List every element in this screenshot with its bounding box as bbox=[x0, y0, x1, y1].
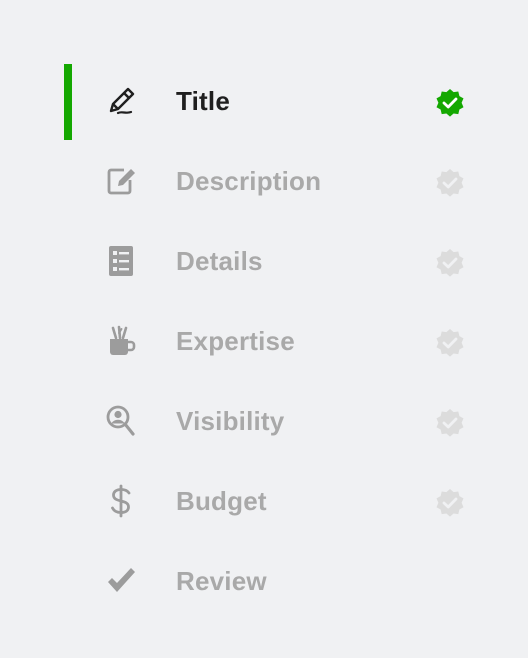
step-label: Visibility bbox=[176, 406, 285, 436]
active-step-indicator bbox=[64, 64, 72, 140]
pending-check-icon bbox=[435, 408, 465, 438]
step-label: Description bbox=[176, 166, 322, 196]
pending-check-icon bbox=[435, 168, 465, 198]
step-review[interactable]: Review bbox=[64, 544, 484, 622]
step-details[interactable]: Details bbox=[64, 224, 484, 302]
checkmark-icon bbox=[102, 562, 140, 600]
step-budget[interactable]: Budget bbox=[64, 464, 484, 542]
pending-check-icon bbox=[435, 328, 465, 358]
pending-check-icon bbox=[435, 248, 465, 278]
user-search-icon bbox=[102, 402, 140, 440]
step-label: Expertise bbox=[176, 326, 295, 356]
wizard-steps-nav: Title Description Details Expertise Visi… bbox=[0, 0, 528, 658]
complete-check-icon bbox=[435, 88, 465, 118]
pending-check-icon bbox=[435, 488, 465, 518]
pencil-icon bbox=[102, 82, 140, 120]
step-expertise[interactable]: Expertise bbox=[64, 304, 484, 382]
step-description[interactable]: Description bbox=[64, 144, 484, 222]
step-label: Review bbox=[176, 566, 267, 596]
step-title[interactable]: Title bbox=[64, 64, 484, 142]
edit-document-icon bbox=[102, 162, 140, 200]
dollar-icon bbox=[102, 482, 140, 520]
tools-mug-icon bbox=[102, 322, 140, 360]
step-label: Budget bbox=[176, 486, 267, 516]
step-label: Title bbox=[176, 86, 230, 116]
checklist-icon bbox=[102, 242, 140, 280]
step-label: Details bbox=[176, 246, 263, 276]
step-visibility[interactable]: Visibility bbox=[64, 384, 484, 462]
